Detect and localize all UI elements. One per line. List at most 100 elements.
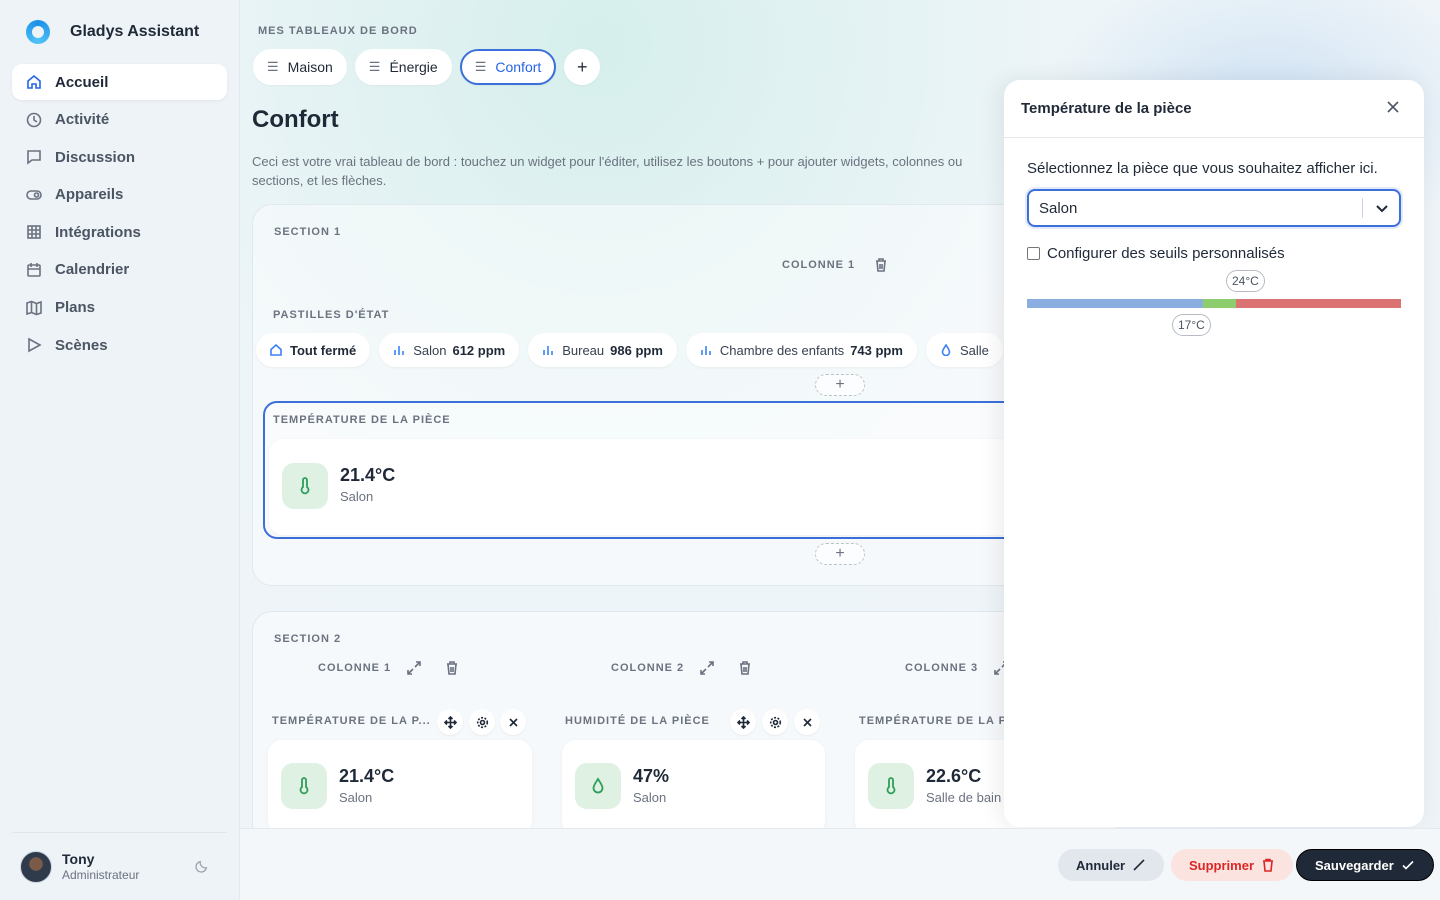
sidebar-item-appareils[interactable]: Appareils bbox=[12, 177, 227, 213]
gear-icon bbox=[769, 716, 781, 728]
thermometer-icon bbox=[282, 463, 328, 509]
brand[interactable]: Gladys Assistant bbox=[26, 20, 199, 44]
widget-title: HUMIDITÉ DE LA PIÈCE bbox=[565, 715, 710, 727]
sidebar-item-label: Appareils bbox=[55, 186, 124, 204]
column-label: COLONNE 1 bbox=[318, 662, 392, 674]
column-header: COLONNE 1 bbox=[782, 257, 889, 273]
sidebar-item-discussion[interactable]: Discussion bbox=[12, 139, 227, 175]
sidebar-item-label: Intégrations bbox=[55, 223, 141, 241]
map-icon bbox=[26, 300, 42, 315]
user-role: Administrateur bbox=[62, 868, 140, 882]
checkbox-label: Configurer des seuils personnalisés bbox=[1047, 245, 1285, 262]
tab-energie[interactable]: ☰ Énergie bbox=[354, 49, 452, 85]
add-widget-button[interactable]: + bbox=[815, 374, 865, 396]
widget-edit-panel: Température de la pièce Sélectionnez la … bbox=[1004, 80, 1424, 827]
close-icon[interactable] bbox=[1384, 98, 1402, 116]
trash-icon bbox=[1263, 858, 1274, 872]
user-profile[interactable]: Tony Administrateur bbox=[12, 832, 227, 900]
calendar-icon bbox=[27, 262, 41, 277]
room-name: Salon bbox=[340, 489, 374, 504]
settings-button[interactable] bbox=[762, 709, 788, 735]
drag-lines-icon: ☰ bbox=[267, 59, 279, 74]
trash-icon[interactable] bbox=[444, 660, 460, 676]
section-title: SECTION 1 bbox=[274, 226, 342, 238]
sidebar-item-scenes[interactable]: Scènes bbox=[12, 327, 227, 363]
move-icon bbox=[443, 715, 457, 729]
sidebar-item-label: Calendrier bbox=[55, 261, 130, 279]
panel-title: Température de la pièce bbox=[1021, 100, 1192, 117]
page-title: Confort bbox=[252, 106, 339, 133]
humidity-value: 47% bbox=[633, 766, 670, 786]
settings-button[interactable] bbox=[469, 709, 495, 735]
trash-icon[interactable] bbox=[737, 660, 753, 676]
status-chips: Tout fermé Salon 612 ppm Bureau 986 ppm Ch… bbox=[256, 333, 1003, 367]
sidebar-item-accueil[interactable]: Accueil bbox=[12, 64, 227, 100]
cancel-label: Annuler bbox=[1076, 857, 1126, 873]
chevron-down-icon bbox=[1376, 205, 1388, 213]
chip-value: 986 ppm bbox=[610, 342, 663, 358]
sidebar-item-calendrier[interactable]: Calendrier bbox=[12, 252, 227, 288]
panel-header: Température de la pièce bbox=[1004, 80, 1424, 138]
drag-lines-icon: ☰ bbox=[474, 59, 487, 74]
cold-segment bbox=[1027, 299, 1203, 308]
save-button[interactable]: Sauvegarder bbox=[1296, 849, 1434, 881]
chip-tout-ferme[interactable]: Tout fermé bbox=[256, 333, 371, 367]
threshold-low-badge: 17°C bbox=[1172, 314, 1211, 336]
chip-bureau[interactable]: Bureau 986 ppm bbox=[528, 333, 677, 367]
move-button[interactable] bbox=[437, 709, 463, 735]
sidebar-item-label: Scènes bbox=[55, 336, 108, 354]
column-header: COLONNE 1 bbox=[318, 660, 460, 676]
temperature-card[interactable]: 21.4°C Salon bbox=[269, 439, 1039, 535]
humidity-card[interactable]: 47% Salon bbox=[562, 740, 825, 835]
tab-label: Maison bbox=[287, 59, 333, 75]
tab-maison[interactable]: ☰ Maison bbox=[253, 49, 347, 85]
home-icon bbox=[270, 344, 282, 356]
tab-confort[interactable]: ☰ Confort bbox=[459, 49, 557, 85]
cancel-button[interactable]: Annuler bbox=[1058, 849, 1165, 881]
page-description: Ceci est votre vrai tableau de bord : to… bbox=[252, 154, 963, 188]
toggle-icon bbox=[26, 189, 42, 200]
save-label: Sauvegarder bbox=[1315, 857, 1394, 873]
expand-icon[interactable] bbox=[406, 660, 422, 676]
custom-thresholds-checkbox[interactable] bbox=[1027, 247, 1040, 260]
add-dashboard-button[interactable]: + bbox=[564, 49, 601, 85]
custom-thresholds-row[interactable]: Configurer des seuils personnalisés bbox=[1027, 245, 1285, 262]
chip-label: Tout fermé bbox=[290, 342, 357, 358]
sidebar-item-label: Discussion bbox=[55, 148, 136, 166]
sidebar-item-activite[interactable]: Activité bbox=[12, 102, 227, 138]
selected-widget-frame[interactable]: TEMPÉRATURE DE LA PIÈCE 21.4°C Salon bbox=[263, 401, 1043, 539]
moon-icon[interactable] bbox=[195, 859, 209, 873]
chip-label: Salle bbox=[959, 342, 989, 358]
remove-widget-button[interactable] bbox=[500, 709, 526, 735]
room-select[interactable]: Salon bbox=[1027, 189, 1401, 227]
move-button[interactable] bbox=[730, 709, 756, 735]
sidebar-item-integrations[interactable]: Intégrations bbox=[12, 214, 227, 250]
chip-salle[interactable]: Salle bbox=[925, 333, 1003, 367]
chat-icon bbox=[27, 150, 41, 165]
comfort-segment bbox=[1203, 299, 1236, 308]
chip-chambre[interactable]: Chambre des enfants 743 ppm bbox=[685, 333, 917, 367]
pencil-icon bbox=[1133, 859, 1145, 871]
chip-salon[interactable]: Salon 612 ppm bbox=[379, 333, 520, 367]
threshold-bar bbox=[1027, 299, 1401, 308]
sidebar-item-plans[interactable]: Plans bbox=[12, 290, 227, 326]
sidebar-item-label: Accueil bbox=[55, 73, 109, 91]
add-widget-button[interactable]: + bbox=[815, 543, 865, 565]
column-label: COLONNE 2 bbox=[611, 662, 685, 674]
chip-value: 743 ppm bbox=[850, 342, 903, 358]
drop-icon bbox=[575, 763, 621, 809]
user-name: Tony bbox=[62, 851, 95, 867]
temperature-value: 21.4°C bbox=[340, 465, 396, 485]
drag-lines-icon: ☰ bbox=[368, 59, 381, 74]
delete-label: Supprimer bbox=[1189, 857, 1255, 873]
delete-button[interactable]: Supprimer bbox=[1171, 849, 1294, 881]
widget-title: TEMPÉRATURE DE LA P... bbox=[272, 715, 431, 727]
avatar bbox=[20, 850, 52, 883]
expand-icon[interactable] bbox=[699, 660, 715, 676]
trash-icon[interactable] bbox=[873, 257, 889, 273]
widget-title: TEMPÉRATURE DE LA PIÈCE bbox=[273, 414, 451, 426]
temperature-card[interactable]: 21.4°C Salon bbox=[268, 740, 532, 835]
sidebar: Gladys Assistant Accueil Activité Discus… bbox=[0, 0, 240, 900]
remove-widget-button[interactable] bbox=[794, 709, 820, 735]
dashboards-label: MES TABLEAUX DE BORD bbox=[258, 25, 418, 37]
